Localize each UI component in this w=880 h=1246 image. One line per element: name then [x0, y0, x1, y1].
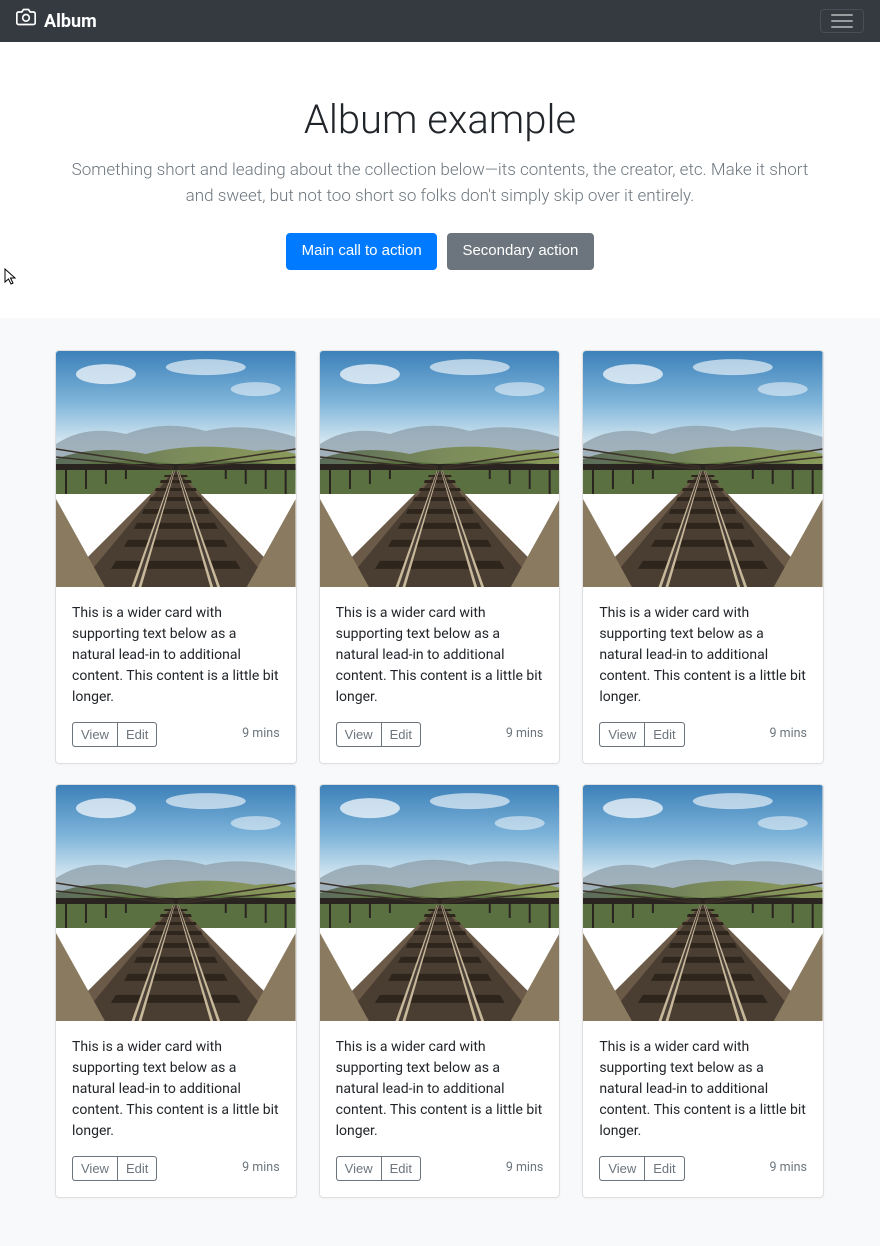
- hero-lead: Something short and leading about the co…: [60, 158, 820, 209]
- navbar-brand-text: Album: [44, 8, 97, 35]
- view-button[interactable]: View: [72, 1156, 118, 1181]
- card-row: This is a wider card with supporting tex…: [55, 350, 825, 1199]
- card-text: This is a wider card with supporting tex…: [336, 1037, 544, 1142]
- card-text: This is a wider card with supporting tex…: [336, 603, 544, 708]
- hero-section: Album example Something short and leadin…: [0, 42, 880, 318]
- edit-button[interactable]: Edit: [644, 1156, 684, 1181]
- card: This is a wider card with supporting tex…: [582, 350, 824, 764]
- navbar-brand[interactable]: Album: [16, 7, 97, 35]
- card-timestamp: 9 mins: [242, 725, 279, 744]
- card-thumbnail: [56, 785, 296, 1021]
- card: This is a wider card with supporting tex…: [55, 784, 297, 1198]
- card-timestamp: 9 mins: [506, 725, 543, 744]
- camera-icon: [16, 7, 36, 35]
- card-text: This is a wider card with supporting tex…: [599, 603, 807, 708]
- card-text: This is a wider card with supporting tex…: [599, 1037, 807, 1142]
- hamburger-icon: [831, 14, 853, 28]
- card-timestamp: 9 mins: [506, 1159, 543, 1178]
- card: This is a wider card with supporting tex…: [55, 350, 297, 764]
- view-button[interactable]: View: [599, 722, 645, 747]
- card: This is a wider card with supporting tex…: [582, 784, 824, 1198]
- page-title: Album example: [24, 90, 856, 150]
- card-thumbnail: [583, 351, 823, 587]
- card-thumbnail: [320, 785, 560, 1021]
- edit-button[interactable]: Edit: [381, 722, 421, 747]
- navbar-toggle-button[interactable]: [820, 9, 864, 33]
- view-button[interactable]: View: [336, 722, 382, 747]
- edit-button[interactable]: Edit: [117, 1156, 157, 1181]
- navbar: Album: [0, 0, 880, 42]
- edit-button[interactable]: Edit: [644, 722, 684, 747]
- card-timestamp: 9 mins: [769, 1159, 806, 1178]
- edit-button[interactable]: Edit: [117, 722, 157, 747]
- view-button[interactable]: View: [599, 1156, 645, 1181]
- primary-cta-button[interactable]: Main call to action: [286, 233, 437, 270]
- edit-button[interactable]: Edit: [381, 1156, 421, 1181]
- view-button[interactable]: View: [336, 1156, 382, 1181]
- card-timestamp: 9 mins: [769, 725, 806, 744]
- album-grid-section: This is a wider card with supporting tex…: [0, 318, 880, 1246]
- card-thumbnail: [320, 351, 560, 587]
- card-timestamp: 9 mins: [242, 1159, 279, 1178]
- card-text: This is a wider card with supporting tex…: [72, 1037, 280, 1142]
- secondary-cta-button[interactable]: Secondary action: [447, 233, 594, 270]
- card-thumbnail: [583, 785, 823, 1021]
- card-text: This is a wider card with supporting tex…: [72, 603, 280, 708]
- card: This is a wider card with supporting tex…: [319, 350, 561, 764]
- view-button[interactable]: View: [72, 722, 118, 747]
- card: This is a wider card with supporting tex…: [319, 784, 561, 1198]
- card-thumbnail: [56, 351, 296, 587]
